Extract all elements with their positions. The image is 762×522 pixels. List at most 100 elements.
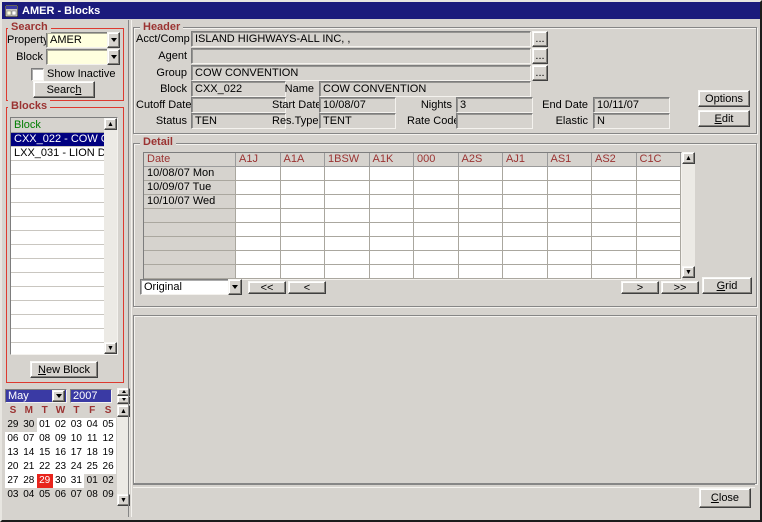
grid-cell[interactable] [637,251,682,265]
grid-cell[interactable] [459,251,504,265]
view-options-dropdown-button[interactable] [228,279,242,295]
grid-cell[interactable] [325,265,370,279]
calendar-day[interactable]: 15 [37,446,53,460]
property-input[interactable]: AMER [46,32,111,48]
calendar-day[interactable]: 18 [84,446,100,460]
last-page-button[interactable]: >> [661,281,699,294]
calendar-day[interactable]: 10 [68,432,84,446]
grid-cell[interactable] [592,251,637,265]
calendar-day[interactable]: 01 [84,474,100,488]
grid-cell[interactable] [370,195,415,209]
grid-cell[interactable] [325,181,370,195]
calendar-day[interactable]: 06 [5,432,21,446]
calendar-day[interactable]: 03 [68,418,84,432]
grid-cell[interactable] [370,223,415,237]
month-dropdown-button[interactable] [52,390,65,402]
grid-cell[interactable] [503,209,548,223]
calendar-day[interactable]: 02 [100,474,116,488]
grid-cell[interactable] [370,237,415,251]
grid-cell[interactable] [459,223,504,237]
grid-cell[interactable] [637,223,682,237]
calendar-day[interactable]: 30 [21,418,37,432]
grid-cell[interactable] [236,209,281,223]
calendar-day[interactable]: 28 [21,474,37,488]
property-dropdown-button[interactable] [107,32,120,48]
view-options-select[interactable]: Original [140,279,232,295]
calendar-day[interactable]: 05 [100,418,116,432]
block-list-item[interactable]: CXX_022 - COW CONVEN [11,133,104,147]
options-button[interactable]: Options [698,90,750,107]
grid-cell[interactable] [281,265,326,279]
block-input[interactable] [46,49,111,65]
group-field[interactable]: COW CONVENTION [191,65,531,81]
grid-cell[interactable] [592,223,637,237]
block-list-item[interactable]: LXX_031 - LION DO [11,147,104,161]
scroll-up-button[interactable]: ▲ [682,152,695,164]
grid-cell[interactable] [325,209,370,223]
calendar-day[interactable]: 17 [68,446,84,460]
new-block-button[interactable]: New Block [30,361,98,378]
grid-cell[interactable] [548,237,593,251]
calendar-day[interactable]: 11 [84,432,100,446]
grid-cell[interactable] [503,237,548,251]
grid-cell[interactable] [325,195,370,209]
elastic-field[interactable]: N [593,113,670,129]
grid-cell[interactable] [592,209,637,223]
grid-cell[interactable] [548,223,593,237]
grid-cell[interactable] [637,265,682,279]
search-button[interactable]: Search [33,81,95,98]
grid-cell[interactable] [236,223,281,237]
grid-cell[interactable] [414,251,459,265]
grid-cell[interactable] [503,167,548,181]
first-page-button[interactable]: << [248,281,286,294]
grid-cell[interactable] [637,209,682,223]
close-button[interactable]: Close [699,488,751,508]
grid-cell[interactable] [236,195,281,209]
calendar-day[interactable]: 09 [100,488,116,502]
grid-cell[interactable] [548,265,593,279]
grid-button[interactable]: Grid [702,277,752,294]
calendar-day[interactable]: 12 [100,432,116,446]
group-lookup-button[interactable]: ... [532,65,548,81]
calendar-day[interactable]: 22 [37,460,53,474]
grid-cell[interactable] [548,209,593,223]
calendar-day[interactable]: 20 [5,460,21,474]
grid-cell[interactable] [370,181,415,195]
grid-cell[interactable] [281,167,326,181]
grid-cell[interactable] [592,265,637,279]
start-date-field[interactable]: 10/08/07 [319,97,396,113]
acct-comp-field[interactable]: ISLAND HIGHWAYS-ALL INC, , [191,31,531,47]
prev-page-button[interactable]: < [288,281,326,294]
calendar-day[interactable]: 02 [53,418,69,432]
grid-cell[interactable] [236,181,281,195]
calendar-day[interactable]: 27 [5,474,21,488]
grid-cell[interactable] [637,195,682,209]
grid-cell[interactable] [370,209,415,223]
grid-cell[interactable] [414,265,459,279]
calendar-day[interactable]: 25 [84,460,100,474]
name-field[interactable]: COW CONVENTION [319,81,531,97]
grid-cell[interactable] [414,209,459,223]
calendar-day[interactable]: 04 [84,418,100,432]
grid-cell[interactable] [414,223,459,237]
grid-cell[interactable] [637,237,682,251]
calendar-month-select[interactable]: May [5,389,67,403]
calendar-day[interactable]: 16 [53,446,69,460]
grid-cell[interactable] [370,251,415,265]
grid-cell[interactable] [548,181,593,195]
grid-cell[interactable] [236,237,281,251]
scroll-down-button[interactable]: ▼ [682,266,695,278]
calendar-day[interactable]: 06 [53,488,69,502]
rate-code-field[interactable] [456,113,533,129]
grid-cell[interactable] [503,195,548,209]
end-date-field[interactable]: 10/11/07 [593,97,670,113]
grid-cell[interactable] [414,237,459,251]
calendar-day[interactable]: 31 [68,474,84,488]
agent-field[interactable] [191,48,531,64]
next-page-button[interactable]: > [621,281,659,294]
grid-cell[interactable] [370,167,415,181]
grid-cell[interactable] [503,265,548,279]
grid-cell[interactable] [548,167,593,181]
grid-cell[interactable] [325,251,370,265]
grid-cell[interactable] [236,265,281,279]
